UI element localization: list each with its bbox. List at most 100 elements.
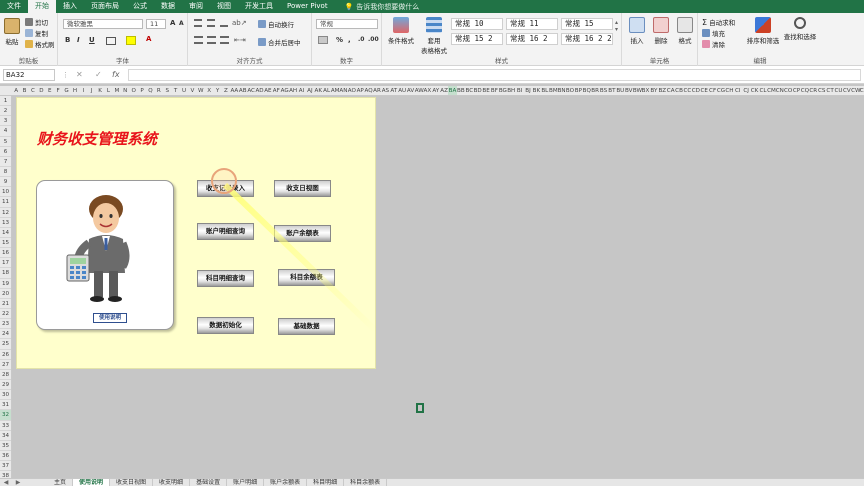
comma-icon[interactable]: , — [348, 36, 351, 44]
conditional-format-button[interactable]: 条件格式 — [386, 17, 416, 45]
column-header-cell[interactable]: BL — [541, 86, 549, 95]
active-cell[interactable] — [416, 403, 424, 413]
number-format-select[interactable]: 常规 — [316, 19, 378, 29]
account-detail-button[interactable]: 账户明细查询 — [197, 223, 254, 240]
decrease-font-icon[interactable]: A — [179, 20, 184, 27]
column-header-cell[interactable]: CV — [843, 86, 851, 95]
row-header-cell[interactable]: 1 — [0, 96, 11, 107]
font-color-icon[interactable]: A — [146, 35, 151, 43]
row-header-cell[interactable]: 23 — [0, 319, 11, 330]
subject-detail-button[interactable]: 科目明细查询 — [197, 270, 254, 287]
column-header-cell[interactable]: CT — [826, 86, 834, 95]
row-header-cell[interactable]: 33 — [0, 421, 11, 431]
indent-icon[interactable]: ⇤⇥ — [234, 36, 246, 44]
sheet-tab[interactable]: 主页 — [48, 479, 74, 486]
menu-developer[interactable]: 开发工具 — [238, 0, 280, 13]
column-header-cell[interactable]: A — [12, 86, 20, 95]
column-header-cell[interactable]: N — [121, 86, 129, 95]
column-header-cell[interactable]: AK — [314, 86, 323, 95]
column-header-cell[interactable]: BB — [457, 86, 465, 95]
autosum-button[interactable]: Σ 自动求和 — [702, 17, 735, 28]
row-header-cell[interactable]: 11 — [0, 197, 11, 208]
bold-button[interactable]: B — [65, 36, 70, 44]
row-header-cell[interactable]: 14 — [0, 228, 11, 238]
column-header-cell[interactable]: W — [197, 86, 205, 95]
menu-view[interactable]: 视图 — [210, 0, 238, 13]
font-name-select[interactable]: 微软雅黑 — [63, 19, 143, 29]
row-header-cell[interactable]: 17 — [0, 258, 11, 269]
column-header-cell[interactable]: CG — [717, 86, 725, 95]
menu-insert[interactable]: 插入 — [56, 0, 84, 13]
row-header-cell[interactable]: 2 — [0, 106, 11, 117]
cut-button[interactable]: 剪切 — [25, 17, 48, 27]
column-header-cell[interactable]: BP — [574, 86, 582, 95]
column-header-cell[interactable]: CF — [708, 86, 716, 95]
align-bottom-icon[interactable] — [220, 19, 228, 27]
column-header-cell[interactable]: AO — [348, 86, 356, 95]
column-header-cell[interactable]: AY — [432, 86, 440, 95]
column-header-cell[interactable]: CU — [834, 86, 842, 95]
column-header-cell[interactable]: AV — [406, 86, 414, 95]
row-header-cell[interactable]: 3 — [0, 116, 11, 127]
daily-view-button[interactable]: 收支日视图 — [274, 180, 331, 197]
column-header-cell[interactable]: E — [46, 86, 54, 95]
wrap-text-button[interactable]: 自动换行 — [258, 19, 294, 29]
base-data-button[interactable]: 基础数据 — [278, 318, 335, 335]
column-header-cell[interactable]: AS — [381, 86, 389, 95]
column-header-cell[interactable]: CN — [776, 86, 784, 95]
column-header-cell[interactable]: BG — [499, 86, 507, 95]
column-header-cell[interactable]: M — [113, 86, 121, 95]
font-size-select[interactable]: 11 — [146, 19, 166, 29]
column-header-cell[interactable]: Z — [222, 86, 230, 95]
column-header-cell[interactable]: H — [71, 86, 79, 95]
column-header-cell[interactable]: J — [88, 86, 96, 95]
row-header-cell[interactable]: 22 — [0, 309, 11, 320]
column-header-cell[interactable]: AU — [398, 86, 406, 95]
worksheet-grid[interactable]: 财务收支管理系统 使用说明 收支日视图 账户明细查询 账户余额表 科目明细查询 … — [12, 96, 864, 478]
row-header-cell[interactable]: 37 — [0, 461, 11, 472]
column-header-cell[interactable]: BI — [515, 86, 523, 95]
row-header-cell[interactable]: 28 — [0, 370, 11, 380]
increase-font-icon[interactable]: A — [170, 19, 175, 27]
data-init-button[interactable]: 数据初始化 — [197, 317, 254, 334]
column-header-cell[interactable]: AR — [373, 86, 381, 95]
column-header-cell[interactable]: AE — [264, 86, 272, 95]
clear-button[interactable]: 清除 — [702, 39, 725, 49]
row-header-cell[interactable]: 4 — [0, 126, 11, 137]
row-header-cell[interactable]: 15 — [0, 238, 11, 249]
column-header-cell[interactable]: AD — [255, 86, 263, 95]
sheet-tab[interactable]: 科目明细 — [307, 479, 345, 486]
sheet-tab[interactable]: 收支日视图 — [110, 479, 154, 486]
manual-button[interactable]: 使用说明 — [93, 313, 127, 323]
sort-filter-button[interactable]: 排序和筛选 — [746, 17, 780, 45]
border-icon[interactable] — [106, 37, 116, 45]
column-header-cell[interactable]: CP — [792, 86, 800, 95]
menu-data[interactable]: 数据 — [154, 0, 182, 13]
paste-button[interactable]: 粘贴 — [4, 18, 20, 46]
format-cells-button[interactable]: 格式 — [676, 17, 694, 45]
column-header-cell[interactable]: AQ — [364, 86, 373, 95]
column-header-cell[interactable]: Y — [213, 86, 221, 95]
column-header-cell[interactable]: BC — [465, 86, 473, 95]
column-header-cell[interactable]: AP — [356, 86, 364, 95]
column-header-cell[interactable]: AX — [423, 86, 432, 95]
row-header-cell[interactable]: 30 — [0, 390, 11, 401]
column-header-cell[interactable]: CO — [784, 86, 792, 95]
column-header-cell[interactable]: D — [37, 86, 45, 95]
column-header-cell[interactable]: BN — [557, 86, 566, 95]
sheet-tab[interactable]: 基础设置 — [190, 479, 228, 486]
column-header-cell[interactable]: BE — [482, 86, 490, 95]
column-header-cell[interactable]: T — [171, 86, 179, 95]
column-header-cell[interactable]: P — [138, 86, 146, 95]
row-header-cell[interactable]: 25 — [0, 339, 11, 350]
tab-scroll-right-icon[interactable]: ▶ — [12, 479, 24, 486]
column-header-cell[interactable]: K — [96, 86, 104, 95]
tab-scroll-left-icon[interactable]: ◀ — [0, 479, 12, 486]
name-box[interactable]: BA32 — [3, 69, 55, 81]
align-left-icon[interactable] — [194, 36, 203, 44]
row-header-cell[interactable]: 8 — [0, 167, 11, 178]
merge-center-button[interactable]: 合并后居中 — [258, 37, 301, 47]
row-header-cell[interactable]: 36 — [0, 451, 11, 462]
column-header-cell[interactable]: BW — [633, 86, 642, 95]
column-header-cell[interactable]: AA — [230, 86, 238, 95]
